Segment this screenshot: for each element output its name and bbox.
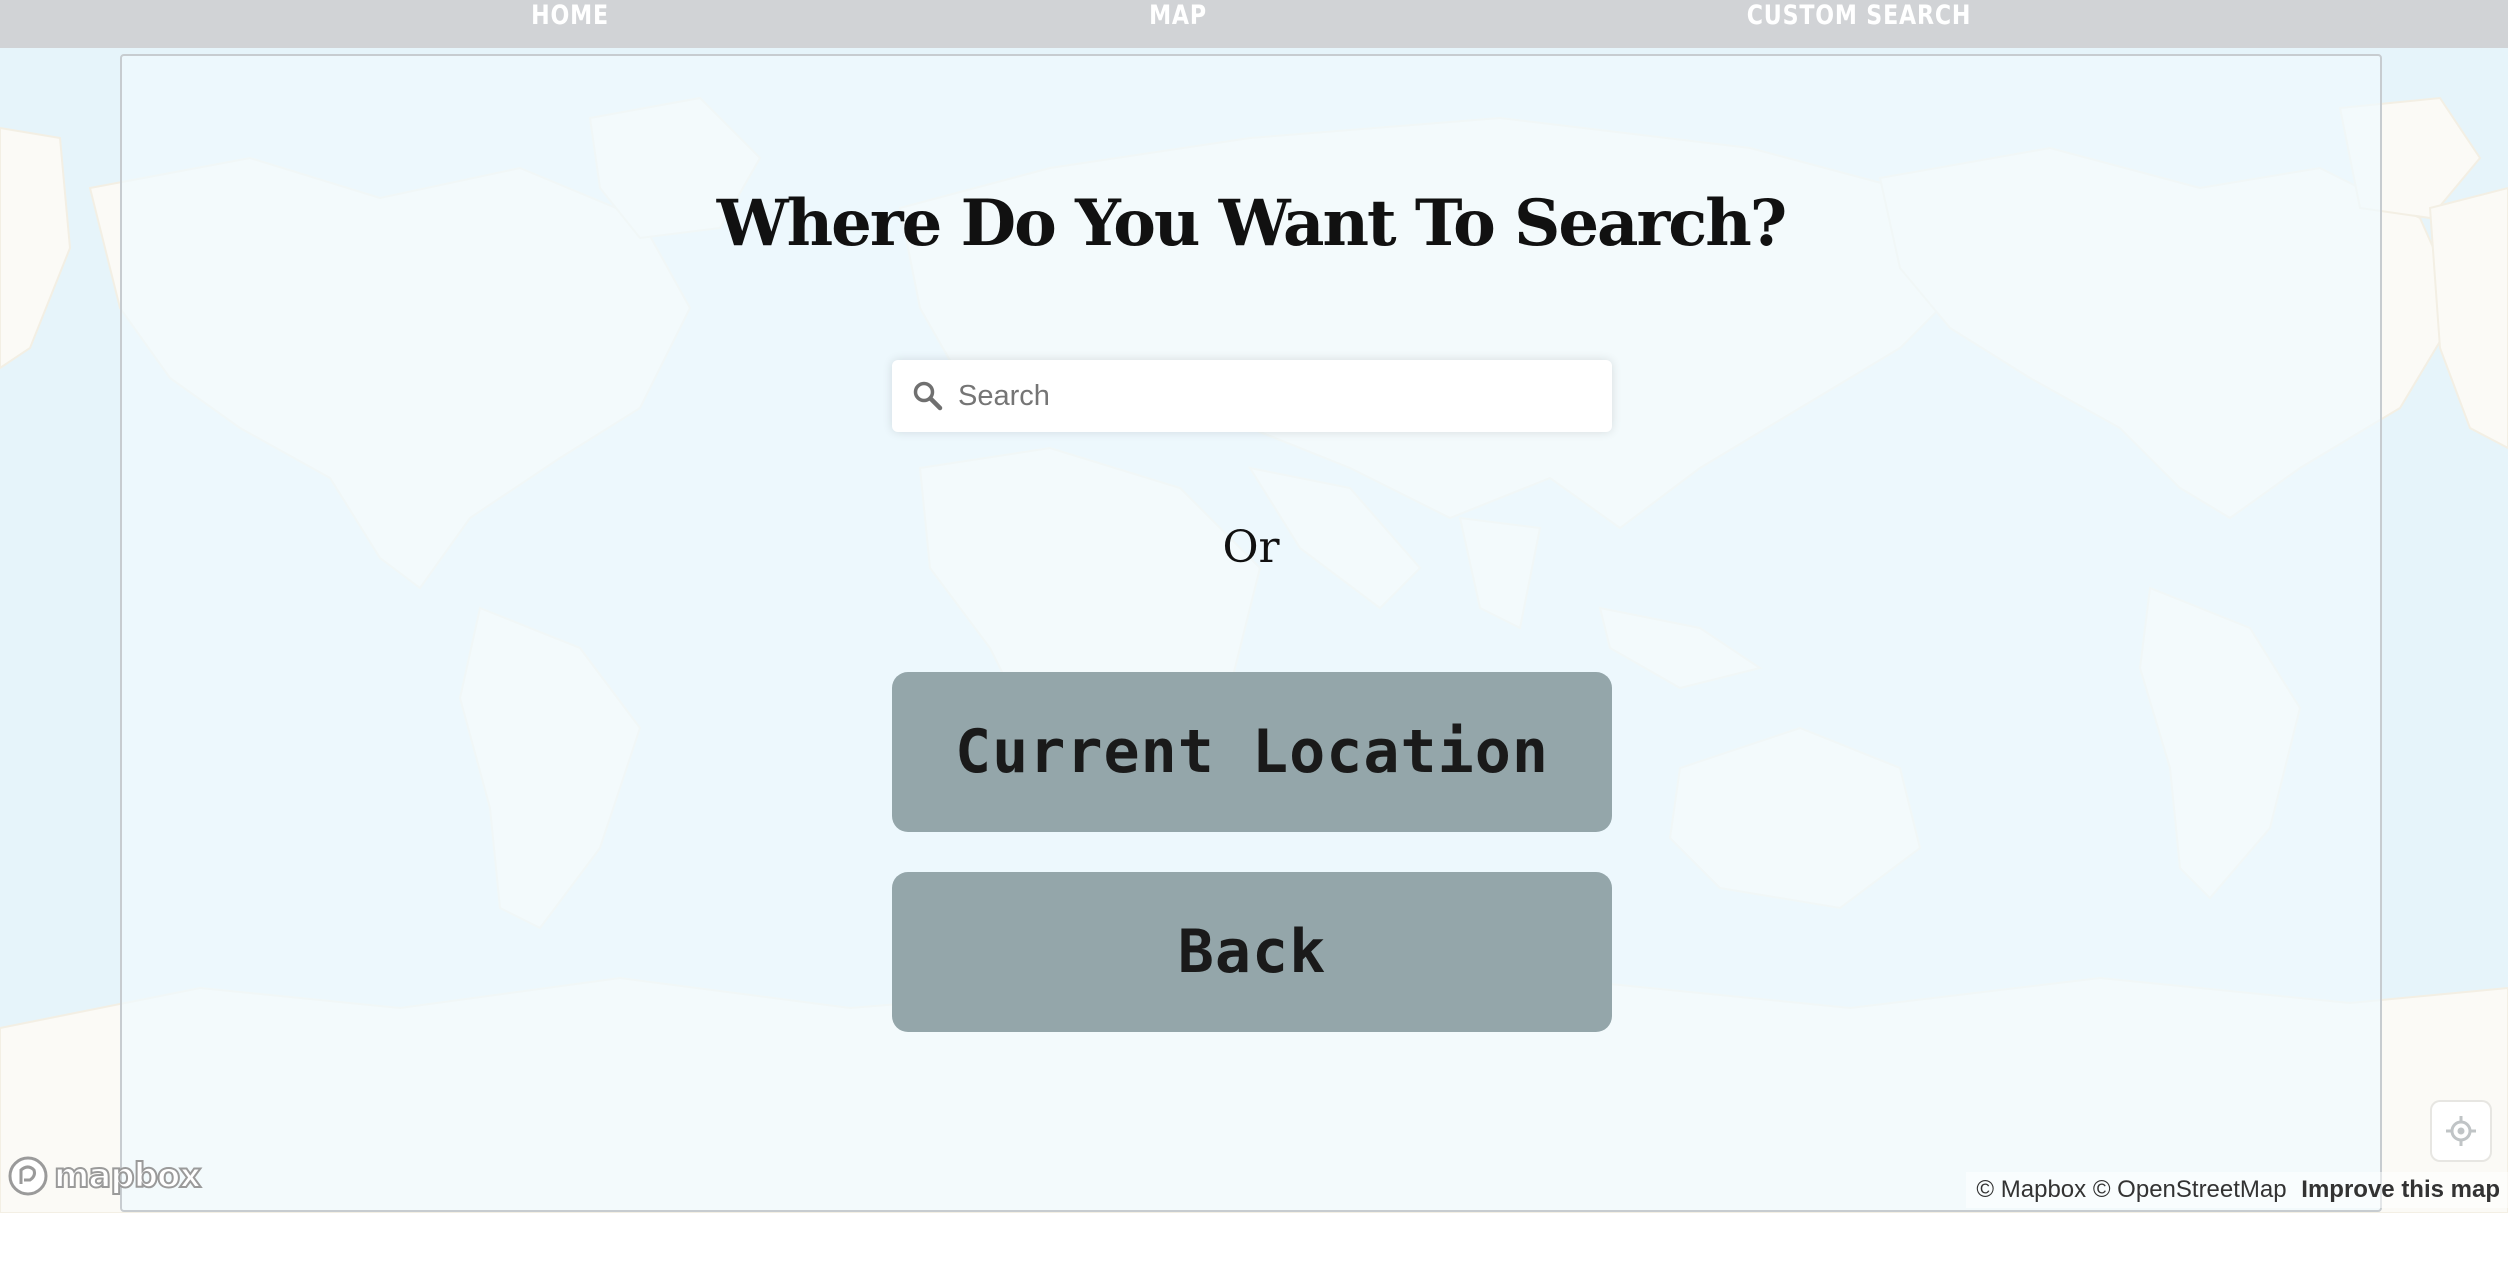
current-location-button[interactable]: Current Location	[892, 672, 1612, 832]
map-attribution: © Mapbox © OpenStreetMap Improve this ma…	[1966, 1172, 2508, 1208]
geolocate-button[interactable]	[2432, 1102, 2490, 1160]
page-title: Where Do You Want To Search?	[716, 186, 1787, 261]
top-navigation: HOME MAP CUSTOM SEARCH	[0, 0, 2508, 48]
nav-map[interactable]: MAP	[1149, 0, 1207, 32]
back-button[interactable]: Back	[892, 872, 1612, 1032]
mapbox-logo-icon	[8, 1156, 48, 1196]
improve-map-link[interactable]: Improve this map	[2301, 1176, 2500, 1203]
attribution-osm-link[interactable]: © OpenStreetMap	[2093, 1176, 2287, 1203]
mapbox-logo[interactable]: mapbox	[6, 1154, 202, 1198]
nav-home[interactable]: HOME	[531, 0, 609, 32]
search-box[interactable]	[892, 360, 1612, 432]
search-input[interactable]	[958, 360, 1588, 432]
search-panel: Where Do You Want To Search? Or Current …	[120, 54, 2382, 1212]
search-icon	[913, 381, 943, 411]
attribution-mapbox-link[interactable]: © Mapbox	[1976, 1176, 2086, 1203]
nav-custom-search[interactable]: CUSTOM SEARCH	[1747, 0, 1972, 32]
geolocate-icon	[2446, 1116, 2476, 1146]
or-label: Or	[1222, 522, 1280, 573]
mapbox-logo-text: mapbox	[53, 1155, 202, 1197]
